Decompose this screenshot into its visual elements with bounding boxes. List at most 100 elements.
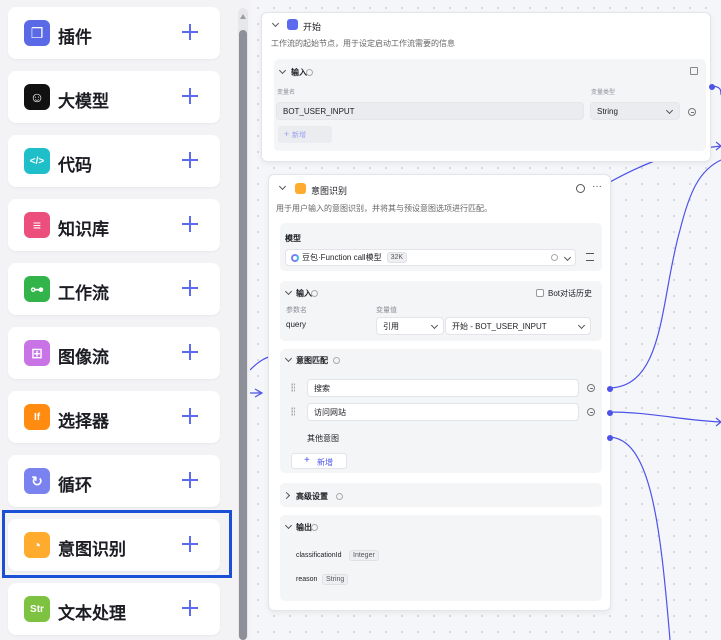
add-node-plus-icon[interactable]: [178, 468, 202, 492]
add-intent-label: 新增: [317, 458, 333, 467]
palette-item-workflow[interactable]: ⊶ 工作流: [8, 263, 220, 315]
scrollbar-thumb[interactable]: [239, 30, 247, 640]
var-type-select[interactable]: String: [590, 102, 680, 120]
var-name-value: BOT_USER_INPUT: [283, 106, 355, 116]
add-var-label: 新增: [292, 132, 306, 139]
intent-option-field[interactable]: 访问网站: [307, 403, 579, 421]
add-node-plus-icon[interactable]: [178, 20, 202, 44]
palette-item-label: 循环: [58, 476, 92, 495]
info-icon: [311, 290, 318, 297]
info-icon: [311, 524, 318, 531]
workflow-canvas[interactable]: 开始 工作流的起始节点，用于设定启动工作流需要的信息 输入 变量名 变量类型 B…: [250, 0, 721, 640]
chevron-down-icon: [577, 321, 586, 330]
var-type-value: String: [597, 106, 618, 116]
expand-chevron-icon[interactable]: [282, 491, 291, 500]
collapse-chevron-icon[interactable]: [271, 19, 280, 28]
add-node-plus-icon[interactable]: [178, 84, 202, 108]
selection-highlight: [2, 510, 232, 578]
info-icon[interactable]: [551, 254, 558, 261]
text-process-icon: Str: [24, 596, 50, 622]
intent-option-text: 搜索: [314, 383, 330, 393]
advanced-settings-section[interactable]: 高级设置: [280, 483, 602, 507]
palette-item-code[interactable]: </> 代码: [8, 135, 220, 187]
bot-history-checkbox[interactable]: [536, 289, 544, 297]
intent-option-field[interactable]: 搜索: [307, 379, 579, 397]
output-collapse-icon[interactable]: [284, 521, 293, 530]
remove-intent-icon[interactable]: [587, 384, 595, 392]
export-icon[interactable]: [690, 67, 698, 75]
intent-port-visit[interactable]: [607, 410, 613, 416]
workflow-icon: ⊶: [24, 276, 50, 302]
intent-match-section: 意图匹配 搜索 访问网站 其他意图 + 新增: [280, 349, 602, 473]
imageflow-icon: ⊞: [24, 340, 50, 366]
input-collapse-icon[interactable]: [278, 66, 287, 75]
more-options-icon[interactable]: ···: [592, 181, 602, 192]
palette-item-selector[interactable]: If 选择器: [8, 391, 220, 443]
intent-input-section: 输入 Bot对话历史 参数名 变量值 query 引用 开始 - BOT_USE…: [280, 281, 602, 341]
intent-node-title: 意图识别: [311, 186, 348, 196]
intent-port-other[interactable]: [607, 435, 613, 441]
plus-icon: +: [284, 129, 290, 139]
knowledge-icon: ≡: [24, 212, 50, 238]
info-icon: [306, 69, 313, 76]
start-output-port[interactable]: [709, 84, 715, 90]
add-var-button[interactable]: + 新增: [278, 126, 332, 143]
col-var-value: 变量值: [376, 307, 397, 314]
palette-item-label: 选择器: [58, 412, 109, 431]
add-node-plus-icon[interactable]: [178, 212, 202, 236]
param-name: query: [286, 320, 307, 329]
remove-intent-icon[interactable]: [587, 408, 595, 416]
intent-node-icon: [295, 183, 306, 194]
add-intent-button[interactable]: + 新增: [291, 453, 347, 469]
info-icon: [336, 493, 343, 500]
add-node-plus-icon[interactable]: [178, 340, 202, 364]
ref-type-value: 引用: [383, 321, 399, 331]
model-title: 模型: [285, 234, 301, 243]
add-node-plus-icon[interactable]: [178, 596, 202, 620]
collapse-chevron-icon[interactable]: [278, 182, 287, 191]
palette-item-label: 大模型: [58, 92, 109, 111]
output-name: classificationId: [296, 552, 342, 559]
chevron-down-icon: [563, 253, 572, 262]
drag-handle-icon[interactable]: [291, 383, 295, 392]
run-node-icon[interactable]: [576, 184, 585, 193]
palette-item-label: 文本处理: [58, 604, 126, 623]
advanced-title: 高级设置: [296, 492, 328, 501]
intent-collapse-icon[interactable]: [284, 354, 293, 363]
palette-item-text-process[interactable]: Str 文本处理: [8, 583, 220, 635]
selector-icon: If: [24, 404, 50, 430]
intent-node[interactable]: 意图识别 ··· 用于用户输入的意图识别，并将其与预设意图选项进行匹配。 模型 …: [268, 174, 613, 611]
add-node-plus-icon[interactable]: [178, 404, 202, 428]
intent-node-description: 用于用户输入的意图识别，并将其与预设意图选项进行匹配。: [276, 204, 492, 213]
drag-handle-icon[interactable]: [291, 407, 295, 416]
intent-port-search[interactable]: [607, 386, 613, 392]
plugin-icon: ❒: [24, 20, 50, 46]
palette-item-plugin[interactable]: ❒ 插件: [8, 7, 220, 59]
remove-var-icon[interactable]: [688, 108, 696, 116]
palette-item-loop[interactable]: ↻ 循环: [8, 455, 220, 507]
output-type-badge: String: [322, 574, 349, 585]
wire-intent-other: [607, 436, 671, 640]
input-collapse-icon[interactable]: [284, 287, 293, 296]
palette-item-knowledge[interactable]: ≡ 知识库: [8, 199, 220, 251]
intent-match-title: 意图匹配: [296, 356, 328, 365]
chevron-down-icon: [665, 106, 674, 115]
ref-type-select[interactable]: 引用: [376, 317, 444, 335]
start-node[interactable]: 开始 工作流的起始节点，用于设定启动工作流需要的信息 输入 变量名 变量类型 B…: [261, 12, 715, 162]
ref-value: 开始 - BOT_USER_INPUT: [452, 321, 547, 331]
palette-item-label: 代码: [58, 156, 92, 175]
model-section: 模型 豆包·Function call模型 32K: [280, 223, 602, 271]
add-node-plus-icon[interactable]: [178, 276, 202, 300]
var-name-field[interactable]: BOT_USER_INPUT: [276, 102, 584, 120]
other-intent-label: 其他意图: [307, 434, 339, 443]
model-select[interactable]: 豆包·Function call模型 32K: [285, 249, 576, 266]
intent-input-title: 输入: [296, 289, 312, 298]
col-param-name: 参数名: [286, 307, 307, 314]
add-node-plus-icon[interactable]: [178, 148, 202, 172]
ref-value-select[interactable]: 开始 - BOT_USER_INPUT: [445, 317, 591, 335]
scroll-up-arrow-icon[interactable]: [238, 10, 248, 26]
palette-item-llm[interactable]: ☺ 大模型: [8, 71, 220, 123]
wire-intent-search: [607, 159, 721, 389]
palette-item-imageflow[interactable]: ⊞ 图像流: [8, 327, 220, 379]
model-settings-icon[interactable]: [586, 253, 594, 261]
